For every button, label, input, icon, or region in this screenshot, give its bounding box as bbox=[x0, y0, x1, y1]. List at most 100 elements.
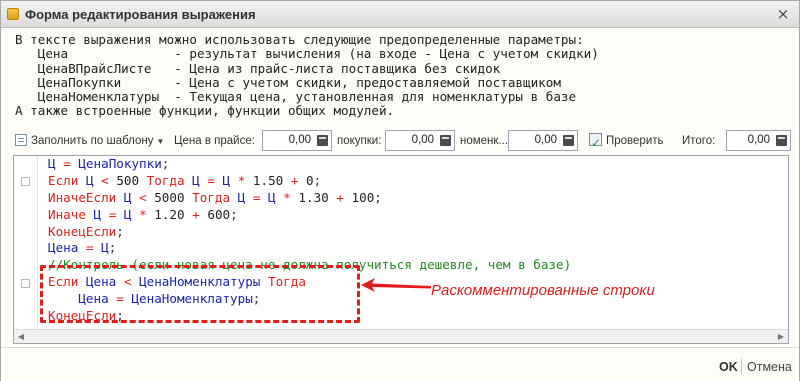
price-list-value: 0,00 bbox=[288, 134, 311, 146]
calculator-icon[interactable] bbox=[563, 135, 574, 146]
code-token: ; bbox=[230, 206, 238, 222]
code-token: 1.50 bbox=[252, 172, 284, 188]
scroll-right-icon[interactable]: ▶ bbox=[774, 330, 788, 343]
check-button[interactable]: Проверить bbox=[589, 129, 664, 155]
code-line[interactable]: //Контроль (если новая цена не должна по… bbox=[48, 257, 571, 274]
code-token: Тогда bbox=[192, 189, 231, 205]
help-line: А также встроенные функции, функции общи… bbox=[15, 103, 395, 119]
fold-marker[interactable] bbox=[21, 177, 30, 186]
nomenclature-label: номенк... bbox=[460, 135, 509, 147]
code-token: 100 bbox=[351, 189, 375, 205]
code-token: = bbox=[116, 291, 124, 307]
code-token: Цена bbox=[78, 291, 109, 307]
code-line[interactable]: ИначеЕсли Ц < 5000 Тогда Ц = Ц * 1.30 + … bbox=[48, 190, 571, 207]
code-token: 0 bbox=[306, 172, 314, 188]
code-token: = bbox=[85, 240, 94, 256]
calculator-icon[interactable] bbox=[440, 135, 451, 146]
code-line[interactable]: КонецЕсли; bbox=[48, 224, 571, 241]
code-token: Тогда bbox=[267, 274, 306, 290]
calculator-icon[interactable] bbox=[317, 135, 328, 146]
code-line[interactable]: Если Ц < 500 Тогда Ц = Ц * 1.50 + 0; bbox=[48, 173, 571, 190]
chevron-down-icon: ▼ bbox=[156, 137, 165, 146]
code-token: Цена bbox=[48, 240, 79, 256]
code-token: ; bbox=[252, 291, 261, 307]
code-token: ИначеЕсли bbox=[48, 189, 117, 205]
cancel-button[interactable]: Отмена bbox=[747, 360, 792, 374]
callout-label: Раскомментированные строки bbox=[431, 282, 655, 299]
code-token: Ц bbox=[101, 240, 109, 256]
code-token: ; bbox=[313, 172, 322, 188]
code-token: * bbox=[283, 189, 291, 205]
code-token: Ц bbox=[222, 172, 231, 188]
code-line[interactable]: Иначе Ц = Ц * 1.20 + 600; bbox=[48, 207, 571, 224]
toolbar: Заполнить по шаблону ▼ Цена в прайсе: 0,0… bbox=[11, 129, 791, 155]
code-token: Тогда bbox=[146, 172, 185, 188]
help-text: В тексте выражения можно использовать сл… bbox=[15, 32, 795, 119]
code-token: + bbox=[192, 206, 200, 222]
total-field[interactable]: 0,00 bbox=[726, 130, 791, 151]
help-line: ЦенаНоменклатуры - Текущая цена, установ… bbox=[15, 89, 577, 105]
code-token: ; bbox=[161, 156, 170, 171]
purchase-price-field[interactable]: 0,00 bbox=[385, 130, 455, 151]
title-bar[interactable]: Форма редактирования выражения × bbox=[1, 1, 799, 28]
code-line[interactable]: Ц = ЦенаПокупки; bbox=[48, 156, 571, 173]
ok-button[interactable]: OK bbox=[719, 360, 738, 374]
code-token: Ц bbox=[48, 156, 56, 171]
fold-marker[interactable] bbox=[21, 279, 30, 288]
code-token: Если bbox=[48, 172, 79, 188]
code-token: * bbox=[139, 206, 147, 222]
code-token: Цена bbox=[85, 274, 117, 290]
check-icon bbox=[589, 131, 602, 155]
button-separator bbox=[741, 359, 742, 374]
code-text[interactable]: Ц = ЦенаПокупки; Если Ц < 500 Тогда Ц = Ц… bbox=[48, 156, 571, 325]
code-token: 600 bbox=[207, 206, 231, 222]
code-token: ; bbox=[116, 308, 124, 324]
code-token: 5000 bbox=[154, 189, 185, 205]
code-line[interactable]: Цена = Ц; bbox=[48, 240, 571, 257]
code-line[interactable]: КонецЕсли; bbox=[48, 308, 571, 325]
code-token: 1.30 bbox=[298, 189, 329, 205]
code-token: = bbox=[207, 172, 215, 188]
scroll-left-icon[interactable]: ◀ bbox=[14, 330, 28, 343]
code-editor[interactable]: Ц = ЦенаПокупки; Если Ц < 500 Тогда Ц = Ц… bbox=[13, 155, 789, 344]
expression-edit-dialog: Форма редактирования выражения × В текст… bbox=[0, 0, 800, 381]
price-list-field[interactable]: 0,00 bbox=[262, 130, 332, 151]
fill-by-template-label: Заполнить по шаблону bbox=[31, 135, 154, 147]
calculator-icon[interactable] bbox=[776, 135, 787, 146]
nomenclature-price-value: 0,00 bbox=[534, 134, 557, 146]
editor-gutter bbox=[14, 156, 38, 330]
nomenclature-price-field[interactable]: 0,00 bbox=[508, 130, 578, 151]
code-token: ЦенаПокупки bbox=[78, 156, 162, 171]
form-icon bbox=[7, 8, 19, 20]
code-token: = bbox=[63, 156, 71, 171]
code-token: ЦенаНоменклатуры bbox=[139, 274, 261, 290]
close-button[interactable]: × bbox=[775, 6, 791, 22]
fill-by-template-button[interactable]: Заполнить по шаблону ▼ bbox=[15, 129, 164, 153]
price-list-label: Цена в прайсе: bbox=[174, 135, 255, 147]
code-token: Ц bbox=[85, 172, 94, 188]
help-line: ЦенаПокупки - Цена с учетом скидки, пред… bbox=[15, 74, 561, 90]
horizontal-scrollbar[interactable]: ◀ ▶ bbox=[14, 329, 788, 343]
code-token: 1.20 bbox=[154, 206, 185, 222]
code-token: ; bbox=[374, 189, 382, 205]
code-token: //Контроль (если новая цена не должна по… bbox=[48, 257, 572, 273]
code-token: 500 bbox=[116, 172, 140, 188]
help-line: В тексте выражения можно использовать сл… bbox=[15, 32, 584, 47]
